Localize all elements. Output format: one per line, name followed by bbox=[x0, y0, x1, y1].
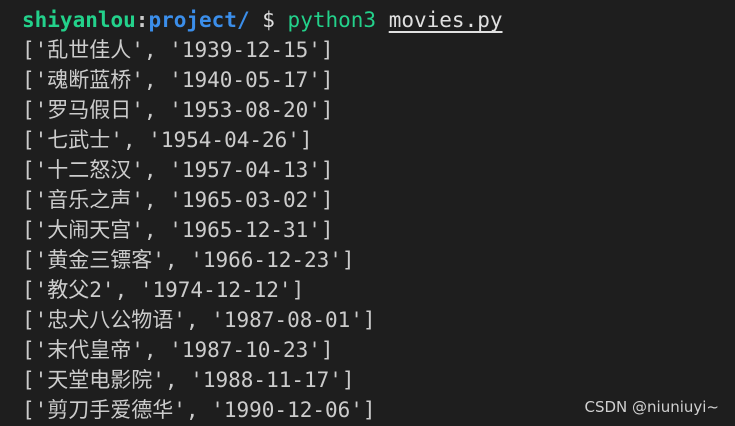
output-line: ['末代皇帝', '1987-10-23'] bbox=[22, 338, 334, 362]
prompt-path: project/ bbox=[148, 8, 250, 32]
command-name: python3 bbox=[287, 8, 377, 32]
output-line: ['音乐之声', '1965-03-02'] bbox=[22, 188, 334, 212]
watermark: CSDN @niuniuyi~ bbox=[584, 398, 719, 416]
output-line: ['罗马假日', '1953-08-20'] bbox=[22, 98, 334, 122]
output-line: ['忠犬八公物语', '1987-08-01'] bbox=[22, 308, 376, 332]
terminal-window[interactable]: shiyanlou:project/ $ python3 movies.py [… bbox=[0, 0, 735, 426]
output-line: ['乱世佳人', '1939-12-15'] bbox=[22, 38, 334, 62]
prompt-dollar: $ bbox=[249, 8, 288, 32]
command-prompt-line: shiyanlou:project/ $ python3 movies.py bbox=[22, 5, 735, 35]
output-line: ['大闹天宫', '1965-12-31'] bbox=[22, 218, 334, 242]
output-line: ['魂断蓝桥', '1940-05-17'] bbox=[22, 68, 334, 92]
output-line: ['黄金三镖客', '1966-12-23'] bbox=[22, 248, 355, 272]
output-line: ['天堂电影院', '1988-11-17'] bbox=[22, 368, 355, 392]
output-line: ['教父2', '1974-12-12'] bbox=[22, 278, 305, 302]
command-space bbox=[376, 8, 389, 32]
output-line: ['七武士', '1954-04-26'] bbox=[22, 128, 313, 152]
prompt-user: shiyanlou bbox=[22, 8, 136, 32]
command-argument[interactable]: movies.py bbox=[389, 8, 503, 32]
output-line: ['十二怒汉', '1957-04-13'] bbox=[22, 158, 334, 182]
prompt-separator: : bbox=[135, 8, 149, 32]
